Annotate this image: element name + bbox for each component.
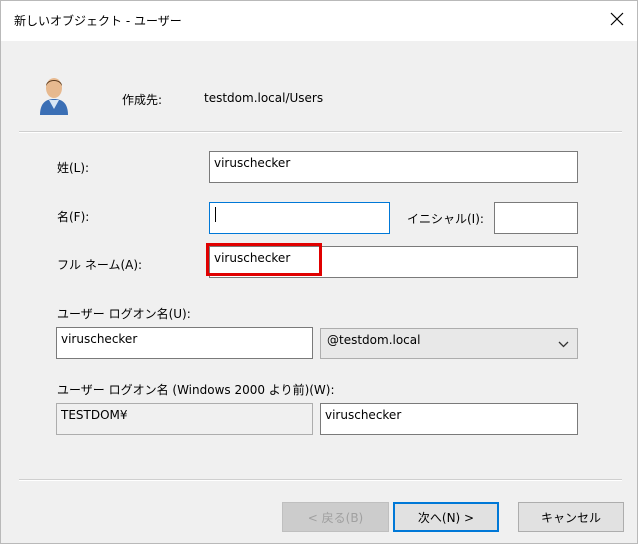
pre2000-logon-label: ユーザー ログオン名 (Windows 2000 より前)(W): (57, 383, 335, 397)
title-bar: 新しいオブジェクト - ユーザー (1, 1, 637, 41)
close-button[interactable] (597, 1, 637, 39)
initials-input[interactable] (494, 202, 578, 234)
first-name-input[interactable] (209, 202, 390, 234)
initials-label: イニシャル(I): (407, 212, 484, 226)
domain-select[interactable]: @testdom.local (320, 328, 578, 359)
close-icon (610, 12, 624, 29)
logon-name-label: ユーザー ログオン名(U): (57, 307, 191, 321)
cancel-button[interactable]: キャンセル (518, 502, 624, 532)
domain-select-value: @testdom.local (327, 333, 421, 347)
chevron-down-icon (558, 337, 569, 351)
back-button[interactable]: < 戻る(B) (282, 502, 389, 532)
logon-name-input[interactable]: viruschecker (56, 327, 313, 359)
highlight-box (206, 243, 322, 276)
create-in-label: 作成先: (122, 93, 163, 107)
separator-top (19, 131, 622, 133)
pre2000-domain-field: TESTDOM¥ (56, 403, 313, 435)
text-caret (215, 207, 216, 222)
separator-bottom (19, 479, 622, 481)
full-name-label: フル ネーム(A): (57, 258, 143, 272)
last-name-input[interactable]: viruschecker (209, 151, 578, 183)
pre2000-logon-input[interactable]: viruschecker (320, 403, 578, 435)
create-in-value: testdom.local/Users (204, 91, 324, 105)
first-name-label: 名(F): (57, 210, 90, 224)
window-title: 新しいオブジェクト - ユーザー (14, 14, 182, 28)
last-name-label: 姓(L): (57, 161, 90, 175)
user-icon (37, 75, 71, 120)
next-button[interactable]: 次へ(N) > (393, 502, 499, 532)
new-user-dialog: 新しいオブジェクト - ユーザー 作成先: testdom.local/User… (0, 0, 638, 544)
